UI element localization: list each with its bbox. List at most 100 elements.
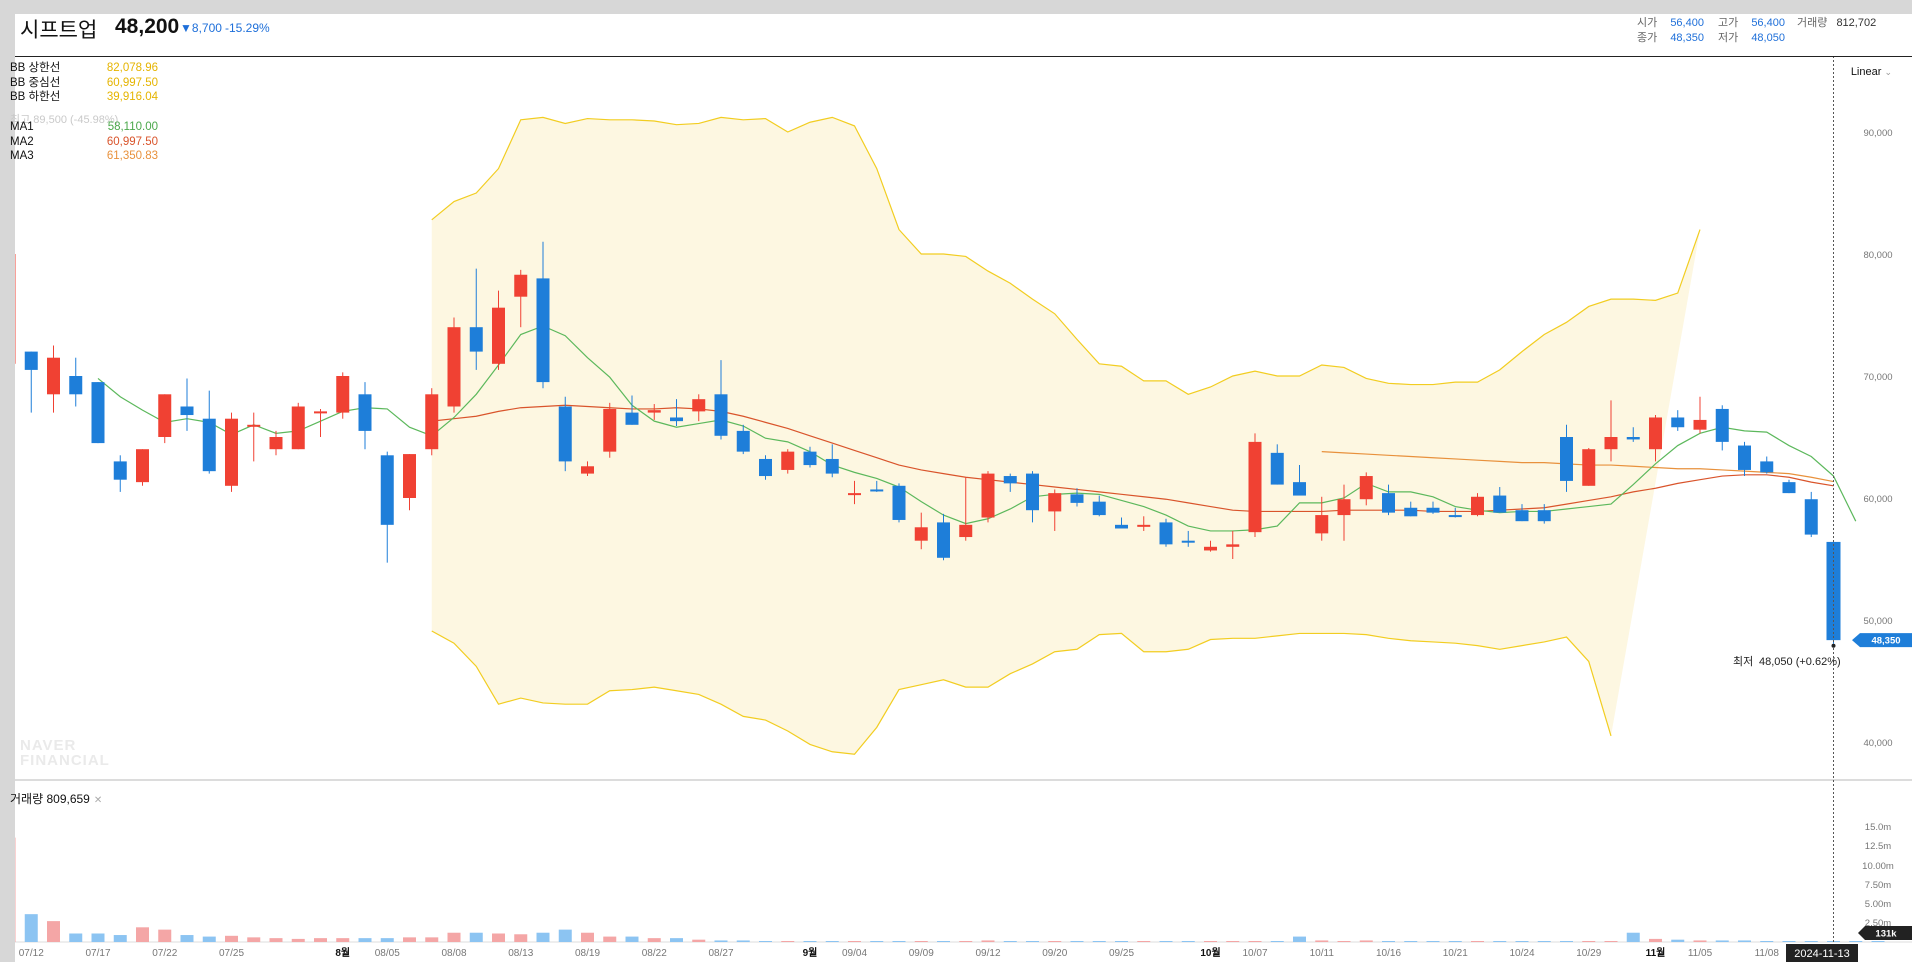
stock-chart[interactable]: 90,000 80,000 70,000 60,000 50,000 40,000 15.0… <box>0 0 1912 962</box>
ma2-legend: MA2 60,997.50 <box>10 135 158 150</box>
volume-bar <box>647 938 661 942</box>
date-axis-label: 09/20 <box>1042 948 1067 959</box>
bb-lower-name: BB 하한선 <box>10 91 61 103</box>
volume-bar <box>1137 941 1151 942</box>
candle <box>647 410 661 413</box>
volume-bar <box>670 938 683 942</box>
volume-bar <box>1359 940 1373 942</box>
volume-bar <box>1537 941 1551 942</box>
volume-legend-label: 거래량 <box>10 792 44 806</box>
candle <box>158 394 172 437</box>
date-axis-label: 10/21 <box>1443 948 1468 959</box>
date-axis-label: 09/09 <box>909 948 934 959</box>
candle <box>514 274 528 297</box>
volume-bar <box>1448 941 1462 942</box>
volume-bar <box>336 938 350 942</box>
candle <box>314 411 327 414</box>
volume-bar <box>1426 941 1440 942</box>
date-axis-label: 10/11 <box>1310 948 1335 959</box>
price-axis-label: 50,000 <box>1863 616 1892 627</box>
candle <box>670 417 683 422</box>
candle <box>225 418 238 486</box>
candle <box>1137 524 1151 527</box>
volume-bar <box>1293 936 1306 942</box>
stock-price: 48,200 <box>115 15 180 38</box>
volume-bar <box>425 937 439 942</box>
bollinger-band-area <box>431 117 1700 755</box>
low-annotation-label: 최저 <box>1733 655 1753 668</box>
volume-bar <box>603 936 617 942</box>
volume-bar <box>1315 940 1329 942</box>
volume-bar <box>981 940 995 942</box>
candle <box>1626 437 1640 440</box>
volume-bar <box>1471 941 1484 942</box>
volume-bar <box>1026 941 1039 942</box>
bb-lower-legend: BB 하한선 39,916.04 <box>10 90 158 105</box>
candle <box>848 493 861 496</box>
candle <box>1693 419 1707 430</box>
date-axis-label: 07/25 <box>219 948 244 959</box>
candle <box>581 466 594 474</box>
volume-bar <box>736 940 750 942</box>
candle <box>1426 507 1440 513</box>
volume-tag-text: 131k <box>1875 929 1897 940</box>
candle <box>202 418 216 472</box>
volume-bar <box>558 929 572 942</box>
current-price-tag-text: 48,350 <box>1871 636 1900 647</box>
candle <box>892 485 906 520</box>
scale-mode-dropdown[interactable]: Linear ⌄ <box>1851 66 1892 78</box>
candle <box>1671 417 1685 428</box>
volume-bar <box>1070 941 1084 942</box>
naver-financial-watermark: NAVER FINANCIAL <box>20 738 110 768</box>
price-axis-label: 90,000 <box>1863 128 1892 139</box>
volume-bar <box>1582 941 1596 942</box>
volume-bar <box>403 937 416 942</box>
candle <box>692 399 706 412</box>
candle <box>1760 461 1774 473</box>
candle <box>91 382 105 444</box>
volume-bar <box>514 934 528 942</box>
volume-bar <box>380 938 394 942</box>
candle <box>1181 540 1195 543</box>
high-label: 고가 <box>1718 17 1739 29</box>
candle <box>1560 437 1573 481</box>
candle <box>1270 452 1284 485</box>
date-axis-label: 09/12 <box>975 948 1000 959</box>
chart-window: 90,000 80,000 70,000 60,000 50,000 40,000 15.0… <box>0 0 1912 962</box>
volume-axis-label: 12.5m <box>1865 841 1891 852</box>
close-icon[interactable]: ✕ <box>94 795 102 806</box>
volume-bar <box>1671 939 1685 942</box>
volume-bar <box>1048 941 1062 942</box>
open-value: 56,400 <box>1670 17 1704 29</box>
candle <box>1315 515 1329 534</box>
down-triangle-icon: ▼ <box>180 21 192 35</box>
candle <box>69 376 83 395</box>
candle <box>136 449 149 483</box>
volume-axis-label: 7.50m <box>1865 880 1891 891</box>
price-axis-label: 80,000 <box>1863 250 1892 261</box>
volume-bar <box>1649 938 1662 942</box>
candle <box>1115 524 1128 529</box>
scale-mode-label: Linear <box>1850 66 1882 78</box>
ohlc-low: 저가 48,050 <box>1718 29 1785 45</box>
candle <box>1782 482 1796 494</box>
candle <box>1293 482 1306 496</box>
volume-bar <box>536 932 550 942</box>
date-axis-label: 10/07 <box>1242 948 1267 959</box>
volume-bar <box>202 936 216 942</box>
volume-label: 거래량 <box>1797 17 1828 29</box>
candle <box>24 351 38 370</box>
volume-axis-label: 15.0m <box>1865 822 1891 833</box>
stock-header: 시프트업 48,200 ▼8,700 -15.29% <box>15 14 1912 57</box>
volume-bar <box>625 936 639 942</box>
candle <box>1493 495 1507 513</box>
date-axis-label: 11월 <box>1646 947 1666 959</box>
date-axis-label: 10/29 <box>1576 948 1601 959</box>
date-axis-label: 09/04 <box>842 948 867 959</box>
candle <box>380 455 394 525</box>
low-value: 48,050 <box>1751 32 1785 44</box>
volume-bar <box>914 941 928 942</box>
volume-bar <box>1204 941 1217 942</box>
ma3-legend: MA3 61,350.83 <box>10 149 158 164</box>
candle <box>1092 501 1106 516</box>
